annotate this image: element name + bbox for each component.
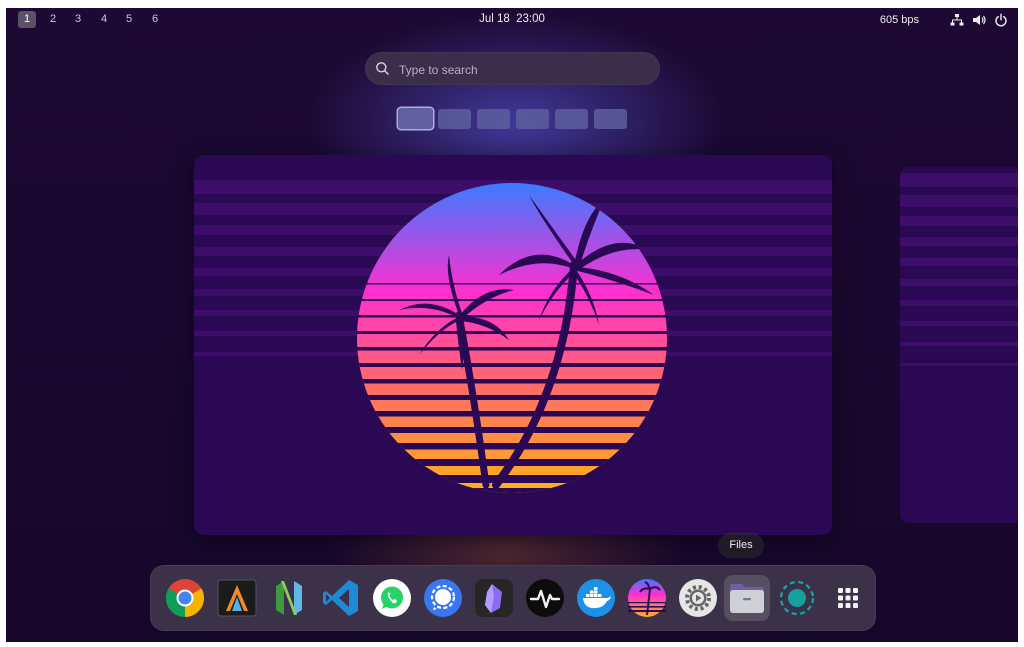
chrome-icon[interactable] <box>164 577 206 619</box>
activity-icon[interactable] <box>524 577 566 619</box>
desktop-overview: 1 2 3 4 5 6 Jul 18 23:00 605 bps Type to… <box>6 8 1018 642</box>
alacritty-icon[interactable] <box>216 577 258 619</box>
sunset-icon[interactable] <box>626 577 668 619</box>
docker-icon[interactable] <box>575 577 617 619</box>
workspace-thumbnail-5[interactable] <box>555 109 588 129</box>
workspace-thumbnail-1[interactable] <box>398 108 433 129</box>
recorder-icon[interactable] <box>776 577 818 619</box>
workspace-thumbnail-2[interactable] <box>438 109 471 129</box>
background-stripe <box>900 363 1018 366</box>
workspace-thumbnail-3[interactable] <box>477 109 510 129</box>
vscode-icon[interactable] <box>320 577 362 619</box>
signal-icon[interactable] <box>422 577 464 619</box>
background-stripe <box>900 321 1018 326</box>
sunset-palm-artwork <box>357 183 667 493</box>
network-speed[interactable]: 605 bps <box>880 14 919 26</box>
background-stripe <box>900 216 1018 226</box>
date-text: Jul 18 <box>479 13 510 25</box>
search-icon <box>376 62 389 75</box>
search-bar[interactable] <box>365 52 660 85</box>
background-stripe <box>900 279 1018 286</box>
background-stripe <box>900 258 1018 266</box>
obsidian-icon[interactable] <box>473 577 515 619</box>
search-input[interactable] <box>397 58 651 81</box>
background-stripe <box>900 195 1018 207</box>
dock-tooltip: Files <box>719 534 763 557</box>
network-icon[interactable] <box>950 13 964 27</box>
time-text: 23:00 <box>516 13 545 25</box>
clock[interactable]: Jul 18 23:00 <box>6 13 1018 25</box>
window-preview-main[interactable] <box>194 155 832 535</box>
settings-icon[interactable] <box>677 577 719 619</box>
dock <box>150 565 876 631</box>
background-stripe <box>900 300 1018 306</box>
workspace-thumbnail-4[interactable] <box>516 109 549 129</box>
background-stripe <box>900 342 1018 346</box>
files-dock-button[interactable] <box>724 575 770 621</box>
top-bar: 1 2 3 4 5 6 Jul 18 23:00 605 bps <box>6 8 1018 32</box>
workspace-thumbnail-6[interactable] <box>594 109 627 129</box>
background-stripe <box>900 173 1018 187</box>
background-stripe <box>900 237 1018 246</box>
whatsapp-icon[interactable] <box>371 577 413 619</box>
files-icon <box>730 584 764 613</box>
neovim-icon[interactable] <box>268 577 310 619</box>
window-preview-next[interactable] <box>900 167 1018 523</box>
volume-icon[interactable] <box>972 13 986 27</box>
app-grid-icon[interactable] <box>827 577 869 619</box>
power-icon[interactable] <box>994 13 1008 27</box>
